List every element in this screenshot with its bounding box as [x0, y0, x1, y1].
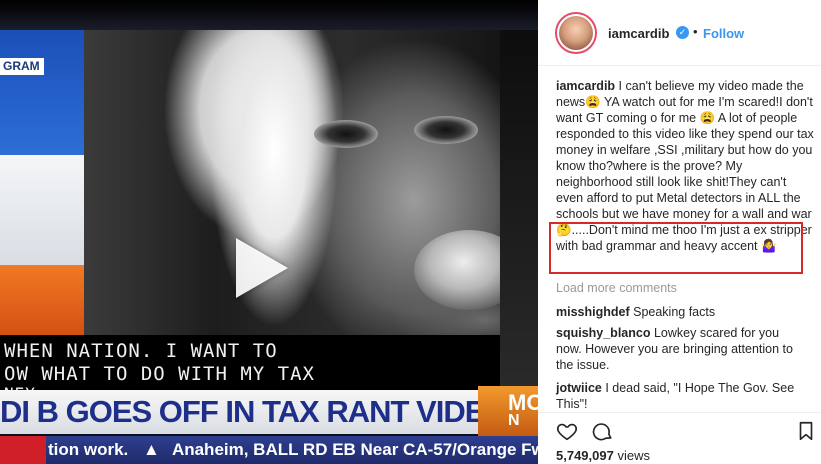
username-link[interactable]: iamcardib [608, 26, 669, 41]
views-number: 5,749,097 [556, 448, 614, 463]
comment-item: jotwiice I dead said, "I Hope The Gov. S… [556, 380, 806, 412]
caption-username[interactable]: iamcardib [556, 79, 615, 93]
comment-username[interactable]: jotwiice [556, 381, 602, 395]
play-icon[interactable] [236, 238, 288, 298]
video-frame [84, 30, 524, 380]
comment-username[interactable]: misshighdef [556, 305, 630, 319]
follow-button[interactable]: Follow [703, 26, 744, 41]
comment-username[interactable]: squishy_blanco [556, 326, 650, 340]
avatar[interactable] [555, 12, 597, 54]
warning-icon: ▲ [143, 440, 160, 459]
ticker-left: tion work. [48, 440, 129, 459]
caption-line: OW WHAT TO DO WITH MY TAX [4, 363, 315, 385]
news-headline: DI B GOES OFF IN TAX RANT VIDEO [0, 394, 509, 429]
views-label: views [617, 448, 650, 463]
tv-edge-right [500, 30, 538, 390]
post-caption: iamcardib I can't believe my video made … [556, 78, 814, 254]
tv-graphic-left [0, 30, 90, 345]
verified-badge-icon: ✓ [676, 26, 689, 39]
bookmark-icon[interactable] [795, 420, 817, 442]
caption-text: I can't believe my video made the news😩 … [556, 79, 814, 253]
post-header: iamcardib ✓ • Follow [538, 0, 821, 66]
actions-divider [538, 412, 821, 413]
program-tag: GRAM [0, 58, 44, 75]
ticker-right: Anaheim, BALL RD EB Near CA-57/Orange Fw… [171, 440, 538, 459]
separator-dot: • [693, 24, 698, 39]
video-player[interactable]: GRAM WHEN NATION. I WANT TO OW WHAT TO D… [0, 0, 538, 464]
caption-line: WHEN NATION. I WANT TO [4, 340, 278, 362]
badge-text: N [508, 412, 520, 429]
channel-badge: MO N [478, 386, 538, 436]
like-heart-icon[interactable] [556, 420, 578, 442]
comment-item: misshighdef Speaking facts [556, 304, 806, 320]
tv-bezel [0, 0, 538, 30]
comment-item: squishy_blanco Lowkey scared for you now… [556, 325, 806, 373]
views-count: 5,749,097 views [556, 448, 650, 463]
comment-text: Speaking facts [633, 305, 716, 319]
ticker-text: tion work. ▲ Anaheim, BALL RD EB Near CA… [48, 440, 538, 460]
ticker-logo [0, 436, 46, 464]
comment-bubble-icon[interactable] [592, 420, 614, 442]
load-more-comments-link[interactable]: Load more comments [556, 281, 677, 295]
